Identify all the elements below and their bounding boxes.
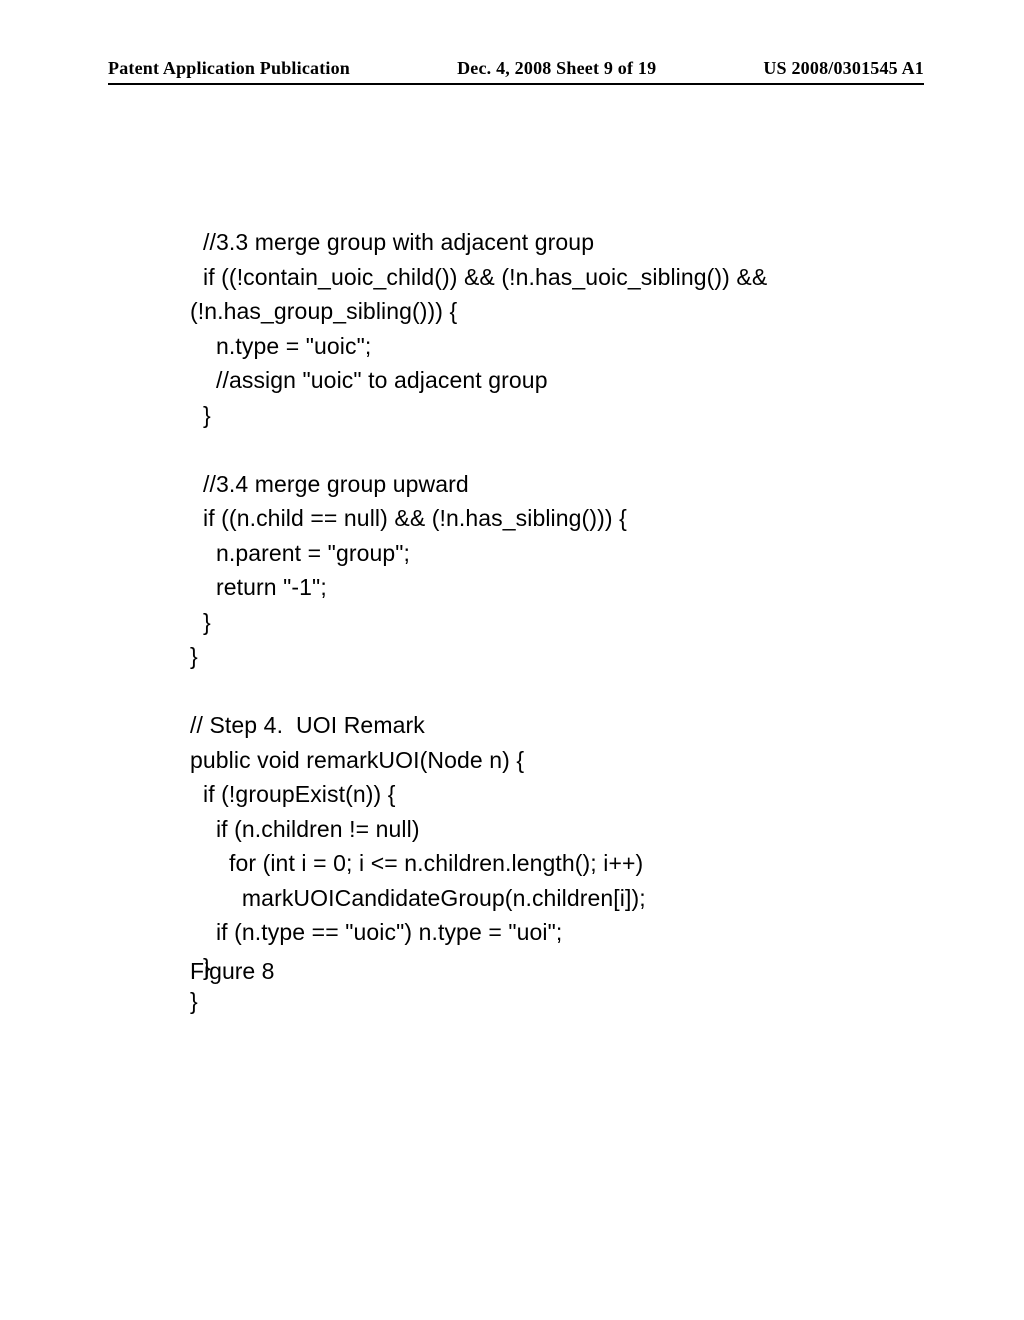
figure-label: Figure 8 <box>190 958 274 985</box>
header-right: US 2008/0301545 A1 <box>763 58 924 79</box>
code-block: //3.3 merge group with adjacent group if… <box>190 225 890 1019</box>
header-left: Patent Application Publication <box>108 58 350 79</box>
page: Patent Application Publication Dec. 4, 2… <box>0 0 1024 1320</box>
page-header: Patent Application Publication Dec. 4, 2… <box>108 58 924 85</box>
header-center: Dec. 4, 2008 Sheet 9 of 19 <box>457 58 656 79</box>
